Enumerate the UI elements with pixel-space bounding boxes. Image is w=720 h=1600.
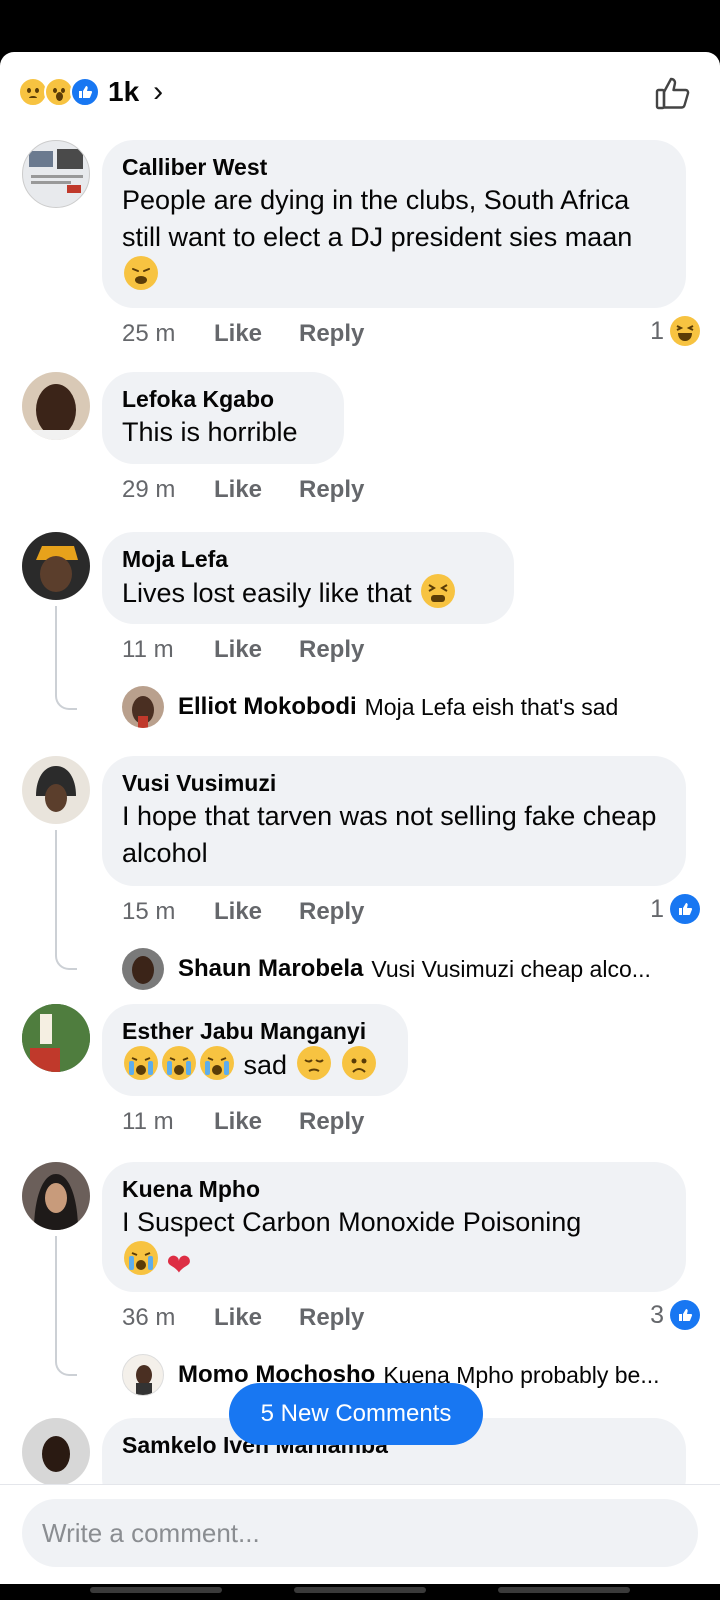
comment-author[interactable]: Vusi Vusimuzi bbox=[122, 768, 666, 798]
reply-text: Vusi Vusimuzi cheap alco... bbox=[371, 955, 651, 982]
comment-reactions[interactable]: 3 bbox=[650, 1300, 700, 1330]
tired-face-icon bbox=[421, 574, 456, 608]
like-button[interactable]: Like bbox=[214, 636, 299, 664]
comment-actions: 25 m Like Reply bbox=[122, 320, 364, 348]
comment-text: I hope that tarven was not selling fake … bbox=[122, 801, 657, 868]
thumbs-up-icon[interactable] bbox=[654, 74, 692, 112]
crying-face-icon bbox=[124, 1046, 158, 1080]
avatar[interactable] bbox=[22, 532, 90, 600]
comment-actions: 29 m Like Reply bbox=[122, 476, 364, 504]
avatar[interactable] bbox=[122, 948, 164, 990]
reply-button[interactable]: Reply bbox=[299, 898, 364, 926]
reply-button[interactable]: Reply bbox=[299, 476, 364, 504]
reaction-count: 1 bbox=[650, 894, 664, 923]
avatar[interactable] bbox=[22, 1004, 90, 1072]
reply-button[interactable]: Reply bbox=[299, 1108, 364, 1136]
nav-home-handle[interactable] bbox=[294, 1587, 426, 1593]
comment-bubble[interactable]: Calliber West People are dying in the cl… bbox=[102, 140, 686, 308]
comment-actions: 36 m Like Reply bbox=[122, 1304, 364, 1332]
comment-author[interactable]: Kuena Mpho bbox=[122, 1174, 666, 1204]
comment-text: sad bbox=[122, 1046, 388, 1084]
comment-author[interactable]: Esther Jabu Manganyi bbox=[122, 1016, 388, 1046]
broken-heart-icon: ❤ bbox=[166, 1249, 192, 1282]
comment-bubble[interactable]: Moja Lefa Lives lost easily like that bbox=[102, 532, 514, 624]
comment-time: 25 m bbox=[122, 320, 176, 347]
like-button[interactable]: Like bbox=[214, 898, 299, 926]
comment-composer bbox=[0, 1484, 720, 1584]
reply-button[interactable]: Reply bbox=[299, 320, 364, 348]
comment-reactions[interactable]: 1 bbox=[650, 316, 700, 346]
comment-author[interactable]: Lefoka Kgabo bbox=[122, 384, 324, 414]
reaction-count: 1 bbox=[650, 316, 664, 345]
crying-face-icon bbox=[124, 1241, 158, 1275]
avatar[interactable] bbox=[22, 140, 90, 208]
comment-time: 29 m bbox=[122, 476, 176, 503]
nav-back-handle[interactable] bbox=[90, 1587, 222, 1593]
reply-author[interactable]: Elliot Mokobodi bbox=[178, 693, 357, 721]
comment-time: 11 m bbox=[122, 636, 174, 663]
like-button[interactable]: Like bbox=[214, 1304, 299, 1332]
thread-line bbox=[55, 830, 77, 970]
reaction-count: 1k bbox=[108, 76, 140, 107]
comment-reactions[interactable]: 1 bbox=[650, 894, 700, 924]
reply-button[interactable]: Reply bbox=[299, 636, 364, 664]
comment-bubble[interactable]: Kuena Mpho I Suspect Carbon Monoxide Poi… bbox=[102, 1162, 686, 1292]
comment-author[interactable]: Calliber West bbox=[122, 152, 666, 182]
avatar[interactable] bbox=[22, 1418, 90, 1486]
reactions-header: 1k › bbox=[0, 52, 720, 132]
status-bar bbox=[0, 0, 720, 52]
like-button[interactable]: Like bbox=[214, 320, 299, 348]
comment-input[interactable] bbox=[22, 1499, 698, 1567]
navigation-bar bbox=[0, 1584, 720, 1600]
nav-recents-handle[interactable] bbox=[498, 1587, 630, 1593]
like-button[interactable]: Like bbox=[214, 476, 299, 504]
weary-face-icon bbox=[124, 256, 158, 290]
comment-actions: 11 m Like Reply bbox=[122, 636, 364, 664]
like-reaction-icon bbox=[670, 894, 700, 924]
reply-preview[interactable]: Shaun Marobela Vusi Vusimuzi cheap alco.… bbox=[122, 948, 651, 990]
avatar[interactable] bbox=[122, 686, 164, 728]
comment-text: I Suspect Carbon Monoxide Poisoning ❤ bbox=[122, 1207, 582, 1282]
reply-text: Moja Lefa eish that's sad bbox=[364, 693, 619, 720]
new-comments-button[interactable]: 5 New Comments bbox=[229, 1383, 483, 1445]
comment-actions: 15 m Like Reply bbox=[122, 898, 364, 926]
comment-time: 11 m bbox=[122, 1108, 174, 1135]
crying-face-icon bbox=[162, 1046, 196, 1080]
reply-button[interactable]: Reply bbox=[299, 1304, 364, 1332]
comment-text: People are dying in the clubs, South Afr… bbox=[122, 182, 666, 294]
thread-line bbox=[55, 1236, 77, 1376]
avatar[interactable] bbox=[22, 1162, 90, 1230]
like-reaction-icon bbox=[70, 77, 100, 107]
thread-line bbox=[55, 606, 77, 710]
crying-face-icon bbox=[200, 1046, 234, 1080]
reaction-count: 3 bbox=[650, 1300, 664, 1329]
comment-actions: 11 m Like Reply bbox=[122, 1108, 364, 1136]
worried-face-icon bbox=[342, 1046, 377, 1080]
comment-bubble[interactable]: Lefoka Kgabo This is horrible bbox=[102, 372, 344, 464]
reply-preview[interactable]: Elliot Mokobodi Moja Lefa eish that's sa… bbox=[122, 686, 618, 728]
pensive-face-icon bbox=[296, 1046, 331, 1080]
comment-time: 36 m bbox=[122, 1304, 176, 1331]
comment-time: 15 m bbox=[122, 898, 176, 925]
reactions-summary[interactable]: 1k › bbox=[18, 72, 163, 112]
avatar[interactable] bbox=[22, 372, 90, 440]
haha-reaction-icon bbox=[670, 316, 700, 346]
comments-sheet: 1k › Calliber West People are dying in t… bbox=[0, 52, 720, 1584]
comment-text: This is horrible bbox=[122, 417, 298, 447]
comment-author[interactable]: Moja Lefa bbox=[122, 544, 494, 574]
like-button[interactable]: Like bbox=[214, 1108, 299, 1136]
comment-text: Lives lost easily like that bbox=[122, 574, 494, 612]
chevron-right-icon: › bbox=[153, 75, 164, 108]
comment-bubble[interactable]: Vusi Vusimuzi I hope that tarven was not… bbox=[102, 756, 686, 886]
avatar[interactable] bbox=[22, 756, 90, 824]
avatar[interactable] bbox=[122, 1354, 164, 1396]
comment-bubble[interactable]: Esther Jabu Manganyi sad bbox=[102, 1004, 408, 1096]
reply-author[interactable]: Shaun Marobela bbox=[178, 955, 363, 983]
like-reaction-icon bbox=[670, 1300, 700, 1330]
